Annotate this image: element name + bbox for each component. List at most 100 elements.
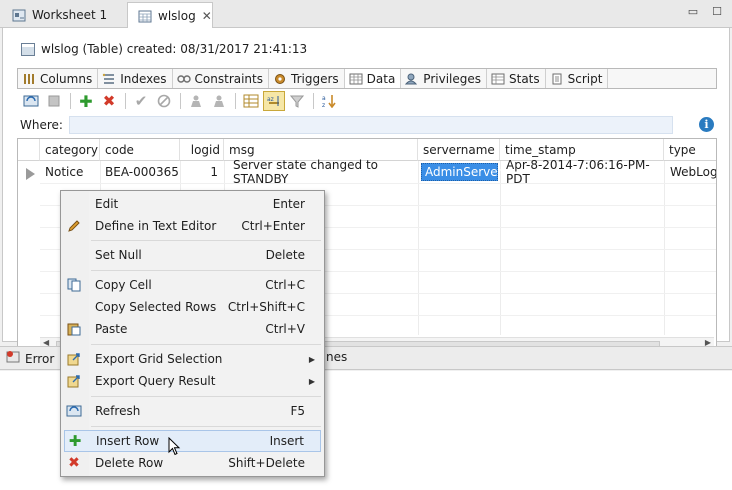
menu-item-label: Set Null [95, 248, 142, 262]
document-tab-bar: Worksheet 1 wlslog ✕ ▭ ☐ [0, 0, 732, 29]
column-header-code[interactable]: code [100, 139, 180, 161]
indexes-icon [102, 73, 116, 85]
delete-row-icon[interactable]: ✖ [98, 91, 120, 111]
menu-item-shortcut: Ctrl+V [265, 322, 305, 336]
close-tab-icon[interactable]: ✕ [202, 9, 212, 23]
tab-privileges[interactable]: Privileges [401, 69, 487, 88]
menu-item-export-grid-selection[interactable]: Export Grid Selection ▶ [64, 348, 321, 370]
menu-item-refresh[interactable]: Refresh F5 [64, 400, 321, 422]
separator [70, 93, 71, 109]
svg-text:a: a [322, 95, 326, 102]
tab-stats[interactable]: Stats [487, 69, 546, 88]
menu-item-shortcut: Ctrl+Enter [241, 219, 305, 233]
menu-item-label: Export Query Result [95, 374, 216, 388]
column-header-category[interactable]: category [40, 139, 100, 161]
worksheet-icon [12, 9, 26, 22]
where-bar: Where: i [17, 114, 717, 136]
menu-separator [91, 240, 321, 241]
selected-table-cell[interactable]: AdminServer [421, 163, 503, 181]
table-cell[interactable]: Apr-8-2014-7:06:16-PM-PDT [500, 158, 664, 186]
stop-icon[interactable] [43, 91, 65, 111]
tab-label: wlslog [158, 9, 196, 23]
table-cell[interactable]: BEA-000365 [100, 161, 180, 183]
menu-separator [91, 426, 321, 427]
menu-item-label: Edit [95, 197, 119, 211]
tab-label: nes [326, 350, 348, 364]
columns-icon [22, 73, 36, 85]
pencil-icon [66, 218, 82, 234]
minimize-icon[interactable]: ▭ [686, 5, 700, 19]
menu-item-label: Copy Cell [95, 278, 152, 292]
maximize-icon[interactable]: ☐ [710, 5, 724, 19]
tab-columns[interactable]: Columns [18, 69, 99, 88]
column-header-logid[interactable]: logid [180, 139, 224, 161]
menu-item-export-query-result[interactable]: Export Query Result ▶ [64, 370, 321, 392]
menu-item-label: Copy Selected Rows [95, 300, 217, 314]
tab-worksheet-1[interactable]: Worksheet 1 [2, 2, 124, 28]
tab-label: Worksheet 1 [32, 8, 108, 22]
tab-label: Error [25, 351, 55, 366]
info-icon[interactable]: i [699, 117, 714, 132]
menu-item-define-in-text-editor[interactable]: Define in Text Editor Ctrl+Enter [64, 215, 321, 237]
column-header-type[interactable]: type [664, 139, 716, 161]
insert-row-icon[interactable]: ✚ [75, 91, 97, 111]
tab-label: Privileges [423, 71, 481, 86]
stats-icon [491, 73, 505, 85]
filter-icon[interactable] [286, 91, 308, 111]
tab-triggers[interactable]: Triggers [269, 69, 345, 88]
submenu-arrow-icon: ▶ [308, 354, 315, 364]
menu-item-shortcut: Shift+Delete [228, 456, 305, 470]
sort-az-icon[interactable]: az [318, 91, 340, 111]
sort-icon[interactable]: az [263, 91, 285, 111]
table-title-text: wlslog (Table) created: 08/31/2017 21:41… [41, 42, 308, 56]
menu-item-label: Delete Row [95, 456, 164, 470]
menu-item-shortcut: F5 [290, 404, 305, 418]
data-toolbar: ✚ ✖ ✔ az az [17, 90, 717, 112]
menu-item-label: Insert Row [96, 434, 160, 448]
table-icon [138, 10, 152, 23]
tab-constraints[interactable]: Constraints [173, 69, 269, 88]
table-cell[interactable]: Server state changed to STANDBY [224, 158, 418, 186]
export-icon [66, 373, 82, 389]
unlock-icon[interactable] [208, 91, 230, 111]
refresh-icon [66, 403, 82, 419]
lock-icon[interactable] [185, 91, 207, 111]
mouse-pointer-icon [168, 436, 182, 460]
tab-error[interactable]: Error [6, 350, 54, 367]
tab-label: Triggers [291, 71, 339, 86]
triggers-icon [273, 73, 287, 85]
context-menu: Edit Enter Define in Text Editor Ctrl+En… [60, 190, 325, 477]
separator [180, 93, 181, 109]
menu-item-insert-row[interactable]: ✚ Insert Row Insert [64, 430, 321, 452]
tab-label: Script [567, 71, 603, 86]
menu-item-set-null[interactable]: Set Null Delete [64, 244, 321, 266]
menu-item-edit[interactable]: Edit Enter [64, 193, 321, 215]
menu-item-shortcut: Ctrl+C [265, 278, 305, 292]
where-label: Where: [20, 118, 63, 132]
separator [235, 93, 236, 109]
commit-icon[interactable]: ✔ [130, 91, 152, 111]
export-icon [66, 351, 82, 367]
svg-text:z: z [322, 102, 325, 108]
menu-item-copy-selected-rows[interactable]: Copy Selected Rows Ctrl+Shift+C [64, 296, 321, 318]
grid-line [664, 161, 665, 335]
menu-item-delete-row[interactable]: ✖ Delete Row Shift+Delete [64, 452, 321, 474]
table-cell[interactable]: Notice [40, 161, 100, 183]
rollback-icon[interactable] [153, 91, 175, 111]
menu-item-copy-cell[interactable]: Copy Cell Ctrl+C [64, 274, 321, 296]
table-cell[interactable]: 1 [180, 161, 224, 183]
tab-wlslog[interactable]: wlslog ✕ [127, 2, 213, 29]
where-input[interactable] [69, 116, 673, 134]
tab-indexes[interactable]: Indexes [98, 69, 173, 88]
tab-partial[interactable]: nes [326, 350, 347, 364]
tab-script[interactable]: Script [546, 69, 609, 88]
red-x-icon: ✖ [68, 455, 80, 471]
column-header-servername[interactable]: servername [418, 139, 500, 161]
tab-data[interactable]: Data [344, 69, 402, 88]
menu-item-paste[interactable]: Paste Ctrl+V [64, 318, 321, 340]
table-cell[interactable]: WebLog [664, 161, 716, 183]
submenu-arrow-icon: ▶ [308, 376, 315, 386]
single-record-icon[interactable] [240, 91, 262, 111]
separator [313, 93, 314, 109]
refresh-icon[interactable] [20, 91, 42, 111]
